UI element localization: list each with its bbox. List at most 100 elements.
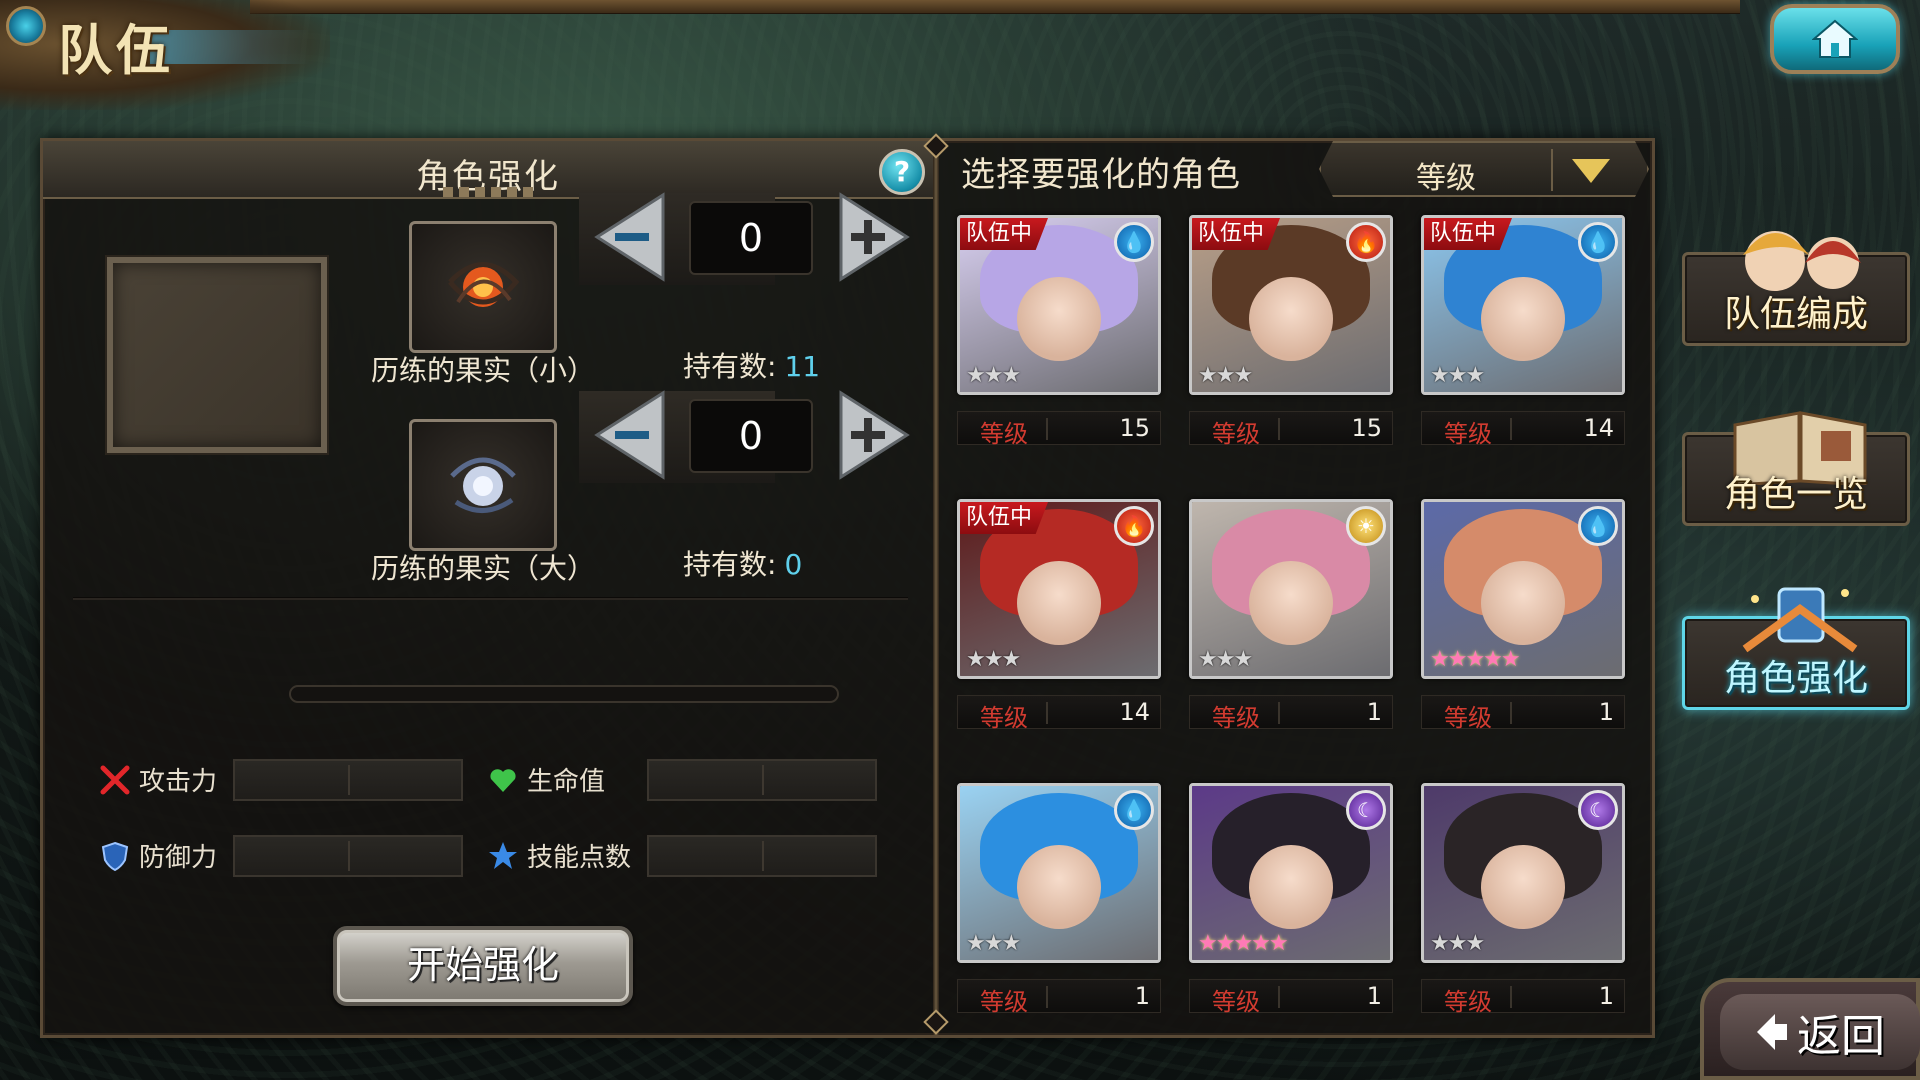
character-card[interactable]: ☾ ★★★ — [1421, 783, 1625, 963]
side-nav-label: 角色一览 — [1723, 474, 1868, 515]
water-element-icon: 💧 — [1114, 790, 1154, 830]
character-card[interactable]: 队伍中 🔥 ★★★ — [957, 499, 1161, 679]
side-nav-label: 角色强化 — [1723, 658, 1868, 699]
character-card[interactable]: ☀ ★★★ — [1189, 499, 1393, 679]
level-value: 14 — [1119, 698, 1150, 726]
stat-label: 攻击力 — [139, 767, 218, 797]
stat-defense: 防御力 — [99, 837, 217, 874]
level-separator — [1046, 418, 1048, 440]
stat-skill-points: 技能点数 — [487, 837, 631, 874]
side-nav-character-list[interactable]: 角色一览 — [1682, 411, 1910, 526]
attack-value-bar — [233, 759, 463, 801]
level-value: 14 — [1583, 414, 1614, 442]
character-face — [1249, 560, 1333, 645]
help-button[interactable]: ? — [879, 149, 925, 195]
character-card[interactable]: 💧 ★★★ — [957, 783, 1161, 963]
character-face — [1481, 844, 1565, 929]
level-value: 1 — [1366, 982, 1382, 1010]
level-value: 1 — [1366, 698, 1382, 726]
character-face — [1017, 844, 1101, 929]
in-team-badge: 队伍中 — [960, 218, 1049, 250]
rarity-stars: ★★★★★ — [1430, 647, 1521, 672]
level-value: 15 — [1351, 414, 1382, 442]
character-face — [1249, 844, 1333, 929]
large-fruit-icon — [409, 419, 557, 551]
back-button[interactable]: 返回 — [1700, 978, 1920, 1080]
level-label: 等级 — [1212, 704, 1260, 732]
level-plate: 等级 1 — [957, 979, 1161, 1016]
level-separator — [1510, 986, 1512, 1008]
home-button[interactable] — [1770, 4, 1900, 74]
dark-element-icon: ☾ — [1578, 790, 1618, 830]
small-fruit-icon — [409, 221, 557, 353]
rarity-stars: ★★★ — [966, 363, 1021, 388]
sort-dropdown[interactable]: 等级 — [1319, 141, 1649, 197]
character-face — [1017, 276, 1101, 361]
large-fruit-quantity[interactable]: 0 — [689, 399, 813, 473]
rarity-stars: ★★★ — [1430, 931, 1485, 956]
level-label: 等级 — [1444, 420, 1492, 448]
level-separator — [1278, 418, 1280, 440]
level-separator — [1510, 702, 1512, 724]
shield-icon — [99, 840, 131, 872]
character-card[interactable]: 队伍中 🔥 ★★★ — [1189, 215, 1393, 395]
star-icon — [487, 840, 519, 872]
owned-count: 11 — [784, 350, 821, 383]
level-plate: 等级 15 — [1189, 411, 1393, 448]
side-nav-team-formation[interactable]: 队伍编成 — [1682, 231, 1910, 346]
rarity-stars: ★★★ — [966, 931, 1021, 956]
roster-panel: 选择要强化的角色 等级 队伍中 💧 ★★★ 等级 15 队伍中 🔥 ★★★ 等级 15 队伍中 💧 ★★… — [939, 141, 1654, 1035]
chevron-down-icon — [1566, 155, 1616, 187]
exp-bar — [289, 685, 839, 703]
level-plate: 等级 14 — [957, 695, 1161, 732]
back-label: 返回 — [1797, 1011, 1885, 1062]
header-gear-icon — [6, 6, 46, 46]
rarity-stars: ★★★ — [966, 647, 1021, 672]
character-card[interactable]: ☾ ★★★★★ — [1189, 783, 1393, 963]
character-card[interactable]: 队伍中 💧 ★★★ — [1421, 215, 1625, 395]
side-nav-character-enhance[interactable]: 角色强化 — [1682, 587, 1910, 710]
swords-icon — [99, 764, 131, 796]
character-portrait-slot[interactable] — [107, 257, 327, 453]
character-face — [1481, 276, 1565, 361]
level-plate: 等级 1 — [1189, 979, 1393, 1016]
fire-element-icon: 🔥 — [1346, 222, 1386, 262]
small-fruit-plus-button[interactable] — [839, 191, 911, 283]
title-ornament — [443, 187, 533, 197]
rarity-stars: ★★★ — [1430, 363, 1485, 388]
start-enhance-button[interactable]: 开始强化 — [333, 926, 633, 1006]
owned-count: 0 — [784, 548, 803, 581]
stat-label: 技能点数 — [527, 843, 632, 873]
level-separator — [1046, 986, 1048, 1008]
back-button-face: 返回 — [1720, 994, 1920, 1070]
level-plate: 等级 1 — [1421, 979, 1625, 1016]
large-fruit-plus-button[interactable] — [839, 389, 911, 481]
character-face — [1017, 560, 1101, 645]
level-value: 15 — [1119, 414, 1150, 442]
small-fruit-minus-button[interactable] — [593, 191, 665, 283]
sort-label: 等级 — [1416, 161, 1476, 196]
level-label: 等级 — [1444, 988, 1492, 1016]
level-label: 等级 — [980, 988, 1028, 1016]
small-fruit-quantity[interactable]: 0 — [689, 201, 813, 275]
page-title: 队伍 — [58, 19, 174, 82]
character-card[interactable]: 💧 ★★★★★ — [1421, 499, 1625, 679]
sort-separator — [1551, 149, 1553, 191]
skill-points-value-bar — [647, 835, 877, 877]
in-team-badge: 队伍中 — [1192, 218, 1281, 250]
large-fruit-minus-button[interactable] — [593, 389, 665, 481]
owned-label: 持有数: — [683, 548, 777, 581]
character-card[interactable]: 队伍中 💧 ★★★ — [957, 215, 1161, 395]
level-plate: 等级 14 — [1421, 411, 1625, 448]
arrow-left-icon — [1757, 1014, 1787, 1050]
small-fruit-name: 历练的果实（小） — [370, 354, 595, 387]
dark-element-icon: ☾ — [1346, 790, 1386, 830]
character-face — [1249, 276, 1333, 361]
level-value: 1 — [1598, 698, 1614, 726]
stat-label: 生命值 — [527, 767, 606, 797]
level-separator — [1278, 986, 1280, 1008]
water-element-icon: 💧 — [1578, 222, 1618, 262]
level-label: 等级 — [1212, 420, 1260, 448]
level-separator — [1510, 418, 1512, 440]
stat-attack: 攻击力 — [99, 761, 217, 798]
